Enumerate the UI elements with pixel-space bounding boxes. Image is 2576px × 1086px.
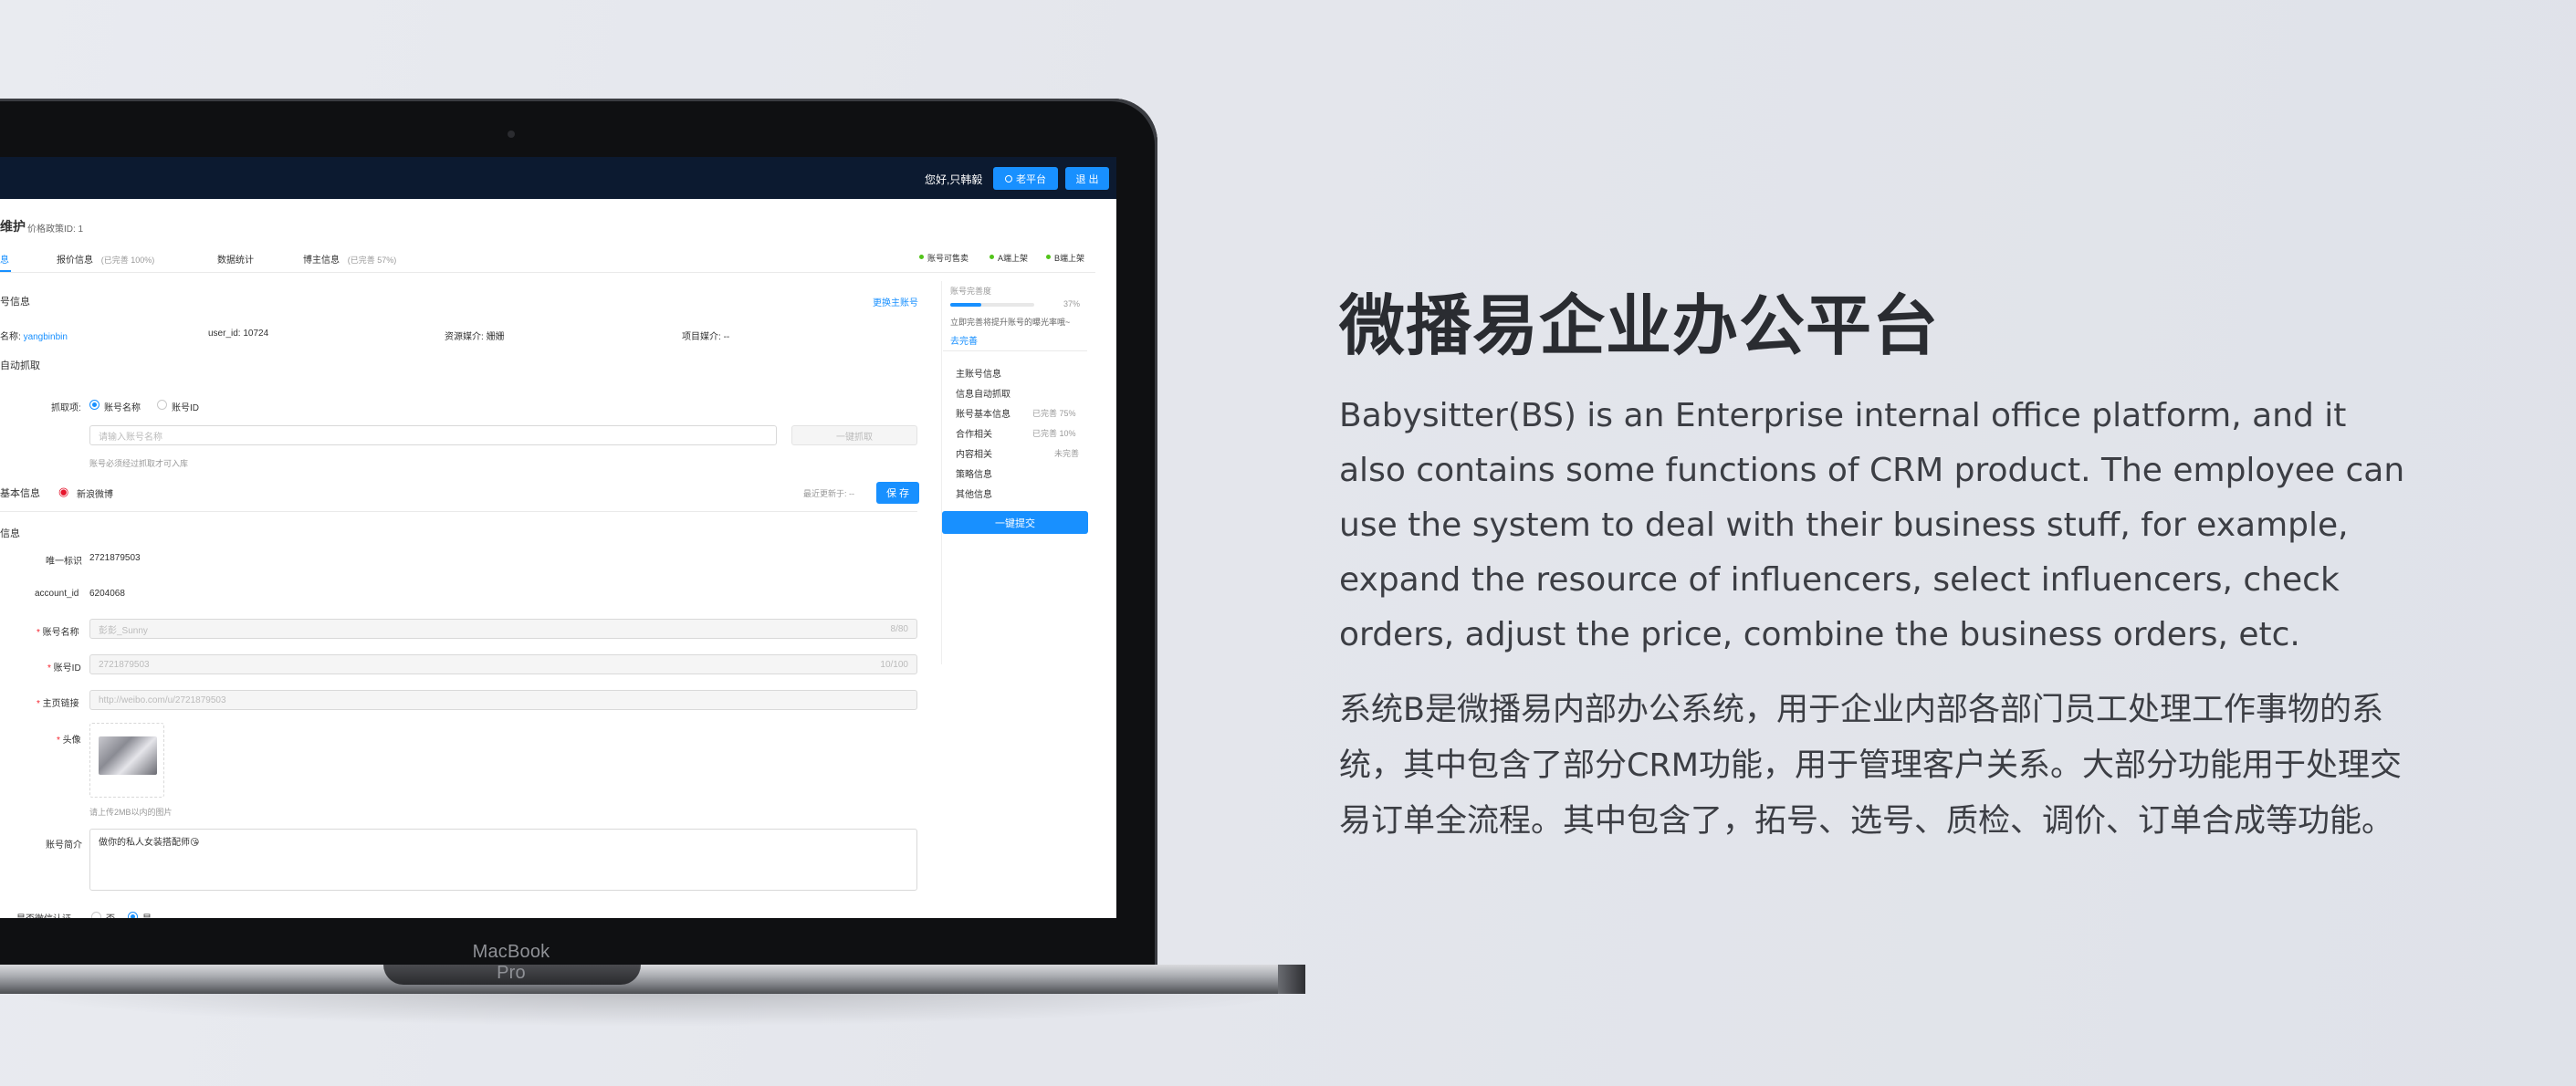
submit-all-button[interactable]: 一键提交	[942, 511, 1088, 534]
user-id-info: user_id: 10724	[208, 329, 269, 339]
hero-headline: 微播易企业办公平台	[1339, 287, 1940, 364]
completeness-value: 37%	[1063, 299, 1081, 308]
status-tag-b: B端上架	[1054, 254, 1085, 263]
old-platform-button[interactable]: 老平台	[993, 167, 1058, 190]
section-main-account: 号信息	[0, 297, 30, 308]
account-no-input[interactable]: 2721879503 10/100	[89, 654, 917, 674]
laptop-base-edge	[1278, 965, 1305, 994]
unique-id-value: 2721879503	[89, 553, 141, 563]
fetch-by-name-label: 账号名称	[104, 403, 141, 413]
hero-description-cn: 系统B是微播易内部办公系统，用于企业内部各部门员工处理工作事物的系统，其中包含了…	[1339, 692, 2402, 840]
tab-quote[interactable]: 报价信息 (已完善 100%)	[57, 252, 154, 266]
tab-stats[interactable]: 数据统计	[217, 252, 254, 266]
avatar	[99, 736, 157, 775]
status-dot	[1046, 255, 1051, 259]
user-greeting: 您好,只韩毅	[925, 173, 983, 186]
side-item-basic-info[interactable]: 账号基本信息	[956, 406, 1011, 420]
avatar-upload[interactable]	[89, 723, 164, 798]
avatar-field-label: * 头像	[57, 736, 81, 746]
side-item-basic-info-status: 已完善 75%	[1032, 409, 1076, 418]
verified-no-radio[interactable]	[91, 912, 101, 918]
completeness-label: 账号完善度	[950, 287, 992, 296]
section-basic-info: 基本信息	[0, 488, 40, 499]
laptop-brand: MacBook Pro	[472, 942, 550, 983]
homepage-field-label: * 主页链接	[37, 699, 79, 709]
side-item-main-account[interactable]: 主账号信息	[956, 366, 1001, 380]
fetch-item-label: 抓取项:	[51, 403, 81, 413]
completeness-progress	[950, 303, 1034, 307]
project-media-info: 项目媒介: --	[682, 332, 730, 342]
top-bar: 您好,只韩毅 老平台 退 出	[0, 157, 1116, 199]
one-click-fetch-button[interactable]: 一键抓取	[791, 425, 917, 445]
tab-blogger[interactable]: 博主信息 (已完善 57%)	[303, 252, 396, 266]
old-platform-label: 老平台	[1016, 173, 1046, 185]
info-subtitle: 信息	[0, 528, 20, 539]
status-dot	[990, 255, 994, 259]
account-id-label: account_id	[35, 589, 79, 599]
status-dot	[919, 255, 924, 259]
status-tag-a: A端上架	[998, 254, 1029, 263]
homepage-input[interactable]: http://weibo.com/u/2721879503	[89, 690, 917, 710]
platform-icon	[1005, 174, 1012, 183]
status-tag-sellable: 账号可售卖	[927, 254, 969, 263]
laptop-shadow	[0, 990, 1305, 1027]
side-panel-divider	[943, 350, 1087, 351]
account-name-input[interactable]: 彭彭_Sunny 8/80	[89, 619, 917, 639]
complete-now-link[interactable]: 去完善	[950, 333, 978, 347]
avatar-hint: 请上传2MB以内的图片	[89, 808, 173, 817]
fetch-by-id-label: 账号ID	[172, 403, 199, 413]
unique-id-label: 唯一标识	[46, 557, 82, 567]
side-item-other[interactable]: 其他信息	[956, 486, 992, 500]
price-policy: 价格政策ID: 1	[27, 225, 84, 235]
app-screen: 您好,只韩毅 老平台 退 出 维护 价格政策ID: 1 息 报价信息 (已完善 …	[0, 157, 1116, 918]
fetch-by-id-radio[interactable]	[157, 400, 167, 410]
account-no-field-label: * 账号ID	[47, 663, 81, 674]
fetch-input[interactable]: 请输入账号名称	[89, 425, 777, 445]
resource-media-info: 资源媒介: 姗姗	[445, 332, 505, 342]
intro-field-label: 账号简介	[46, 841, 82, 851]
side-panel-border	[941, 281, 942, 664]
camera-icon	[508, 131, 515, 138]
verified-yes-label: 是	[142, 911, 152, 918]
tabs-divider	[0, 272, 1095, 273]
intro-textarea[interactable]: 做你的私人女装搭配师😘	[89, 829, 917, 891]
side-item-cooperation[interactable]: 合作相关	[956, 426, 992, 440]
side-item-content[interactable]: 内容相关	[956, 446, 992, 460]
laptop-base	[0, 965, 1305, 994]
change-main-account-link[interactable]: 更换主账号	[873, 295, 918, 308]
side-item-strategy[interactable]: 策略信息	[956, 466, 992, 480]
verified-no-label: 否	[106, 911, 115, 918]
hero-description-en: Babysitter(BS) is an Enterprise internal…	[1339, 397, 2405, 653]
account-name-info: 名称: yangbinbin	[0, 332, 68, 342]
fetch-hint: 账号必须经过抓取才可入库	[89, 459, 189, 468]
side-item-cooperation-status: 已完善 10%	[1032, 429, 1076, 438]
completeness-tip: 立即完善将提升账号的曝光率哦~	[950, 318, 1071, 327]
logout-button[interactable]: 退 出	[1065, 167, 1109, 190]
page-title: 维护	[0, 219, 26, 234]
completeness-progress-fill	[950, 303, 982, 307]
verified-yes-radio[interactable]	[128, 912, 138, 918]
save-button[interactable]: 保 存	[876, 482, 919, 504]
section-divider	[0, 511, 917, 512]
section-auto-fetch: 自动抓取	[0, 360, 40, 371]
weibo-icon: ◉	[58, 485, 69, 498]
fetch-by-name-radio[interactable]	[89, 400, 99, 410]
verified-field-label: 是否微信认证	[16, 911, 71, 918]
side-item-content-status: 未完善	[1054, 449, 1080, 458]
last-update: 最近更新于: --	[803, 489, 854, 498]
account-name-field-label: * 账号名称	[37, 628, 79, 638]
side-item-auto-fetch[interactable]: 信息自动抓取	[956, 386, 1011, 400]
account-id-value: 6204068	[89, 589, 125, 599]
platform-name: 新浪微博	[77, 490, 113, 500]
tab-account[interactable]: 息	[0, 252, 9, 266]
